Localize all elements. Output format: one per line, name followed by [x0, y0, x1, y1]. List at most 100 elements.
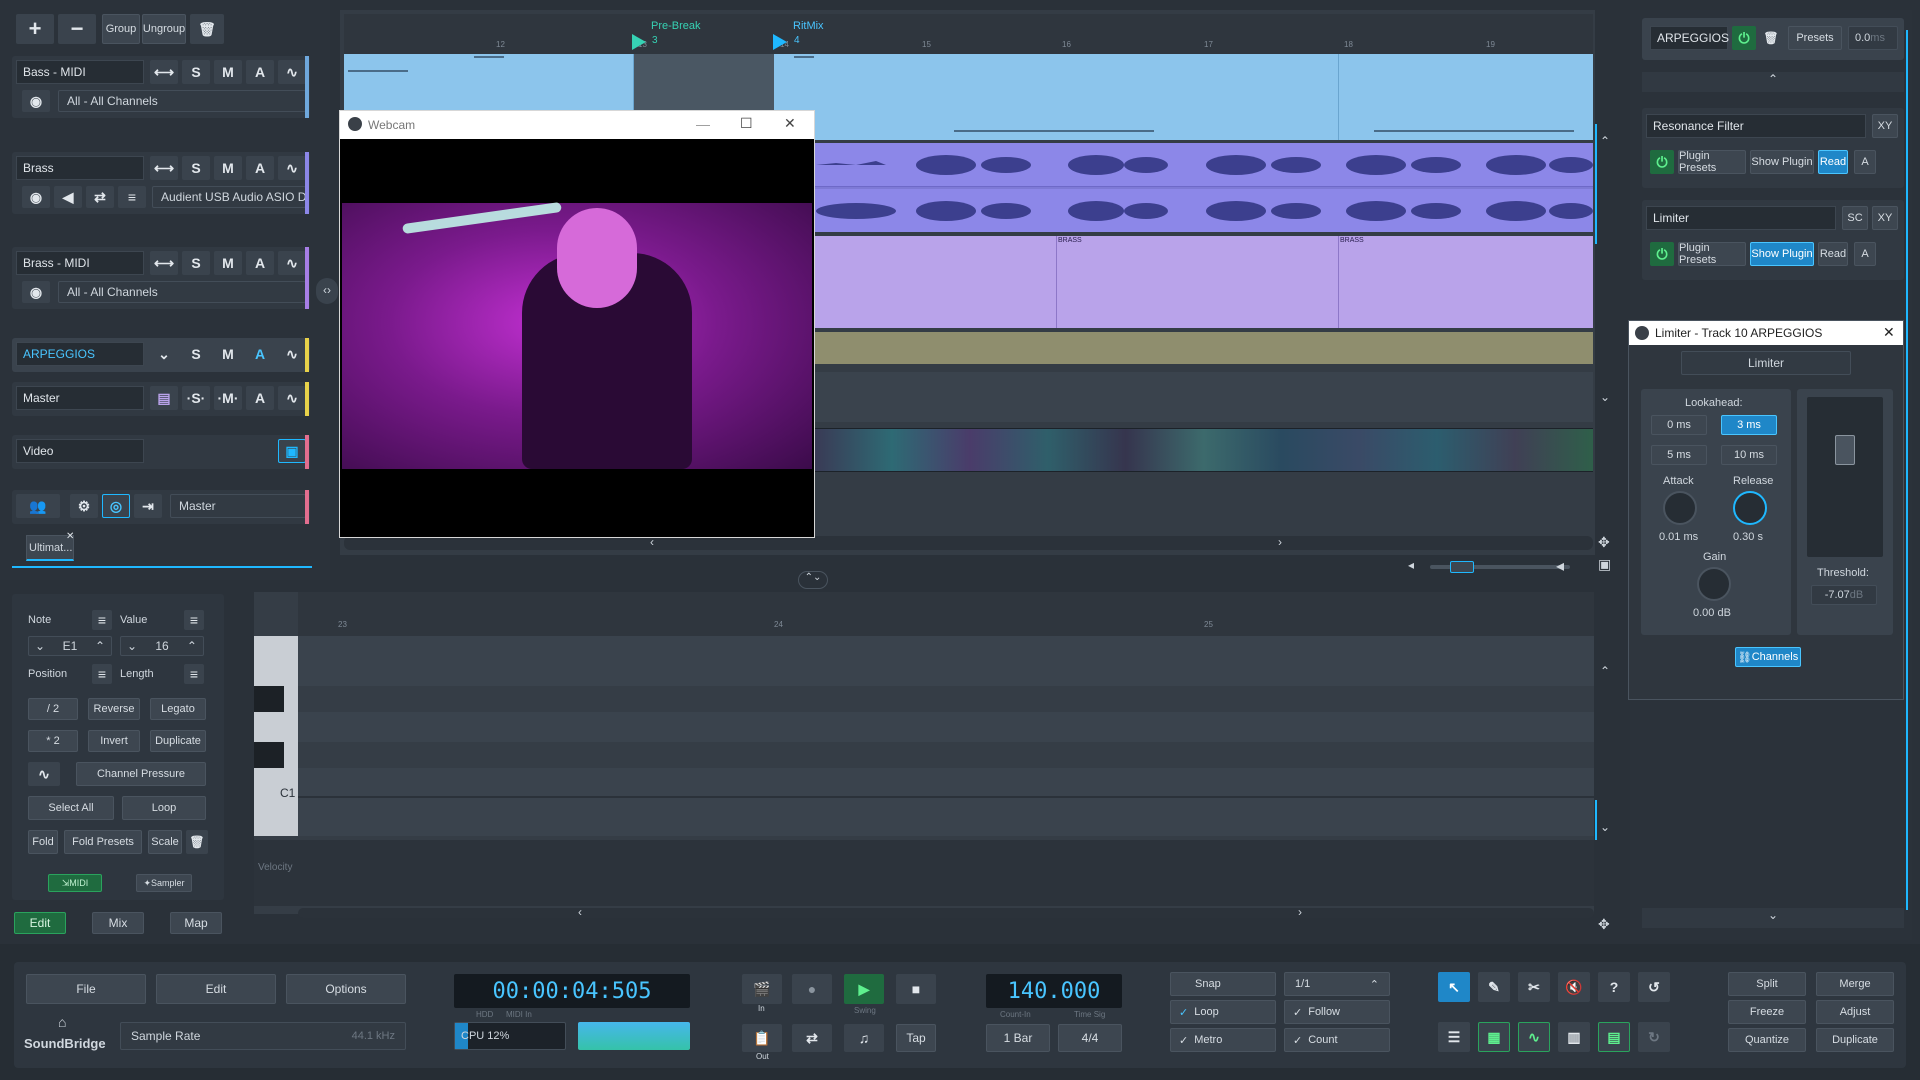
input-channel-field[interactable]: All - All Channels — [58, 281, 306, 303]
record-arm-icon[interactable]: ◉ — [22, 90, 50, 112]
marker-label[interactable]: Pre-Break — [651, 20, 701, 32]
waveform-view-icon[interactable]: ∿ — [1518, 1022, 1550, 1052]
offset-field[interactable]: 0.0 ms — [1848, 26, 1898, 50]
webcam-window[interactable]: Webcam — ☐ ✕ — [339, 110, 815, 538]
curve-icon[interactable]: ∿ — [278, 156, 306, 180]
lookahead-10ms-button[interactable]: 10 ms — [1721, 445, 1777, 465]
record-arm-icon[interactable]: ◉ — [22, 281, 50, 303]
lookahead-0ms-button[interactable]: 0 ms — [1651, 415, 1707, 435]
solo-button[interactable]: S — [182, 251, 210, 275]
output-icon[interactable]: ⇥ — [134, 494, 162, 518]
play-button[interactable]: ▶ — [844, 974, 884, 1004]
fit-icon[interactable]: ▣ — [1598, 556, 1611, 573]
input-device-field[interactable]: Audient USB Audio ASIO Driver — [152, 186, 306, 208]
power-icon[interactable]: ⏻ — [1732, 26, 1756, 50]
gain-knob[interactable] — [1697, 567, 1731, 601]
count-toggle[interactable]: ✓ Count — [1284, 1028, 1390, 1052]
limiter-plugin-window[interactable]: Limiter - Track 10 ARPEGGIOS ✕ Limiter L… — [1628, 320, 1904, 700]
scroll-left-icon[interactable]: ‹ — [578, 905, 582, 919]
track-name[interactable]: Brass - MIDI — [16, 251, 144, 275]
crosshair-icon[interactable]: ✥ — [1598, 534, 1610, 551]
zoom-out-icon[interactable]: ◂ — [1408, 558, 1414, 572]
automation-button[interactable]: A — [246, 251, 274, 275]
minimize-icon[interactable]: — — [696, 116, 710, 132]
show-plugin-button[interactable]: Show Plugin — [1750, 242, 1814, 266]
plugin-name[interactable]: Resonance Filter — [1646, 114, 1866, 138]
ungroup-button[interactable]: Ungroup — [142, 14, 186, 44]
stereo-icon[interactable]: ⇄ — [86, 186, 114, 208]
time-sig-button[interactable]: 4/4 — [1058, 1024, 1122, 1052]
solo-button[interactable]: ·S· — [182, 386, 210, 410]
read-button[interactable]: Read — [1818, 242, 1848, 266]
duplicate-button[interactable]: Duplicate — [150, 730, 206, 752]
track-name[interactable]: Video — [16, 439, 144, 463]
track-name[interactable]: Brass — [16, 156, 144, 180]
users-icon[interactable]: 👥 — [16, 494, 60, 518]
automation-button[interactable]: A — [246, 342, 274, 366]
curve-icon[interactable]: ∿ — [278, 251, 306, 275]
punch-out-icon[interactable]: 📋 — [742, 1024, 782, 1052]
trash-icon[interactable]: 🗑 — [186, 830, 208, 854]
value-value-field[interactable]: ⌄ 16 ⌃ — [120, 636, 204, 656]
merge-button[interactable]: Merge — [1816, 972, 1894, 996]
close-icon[interactable]: ✕ — [1883, 324, 1895, 341]
chevron-up-icon[interactable]: ⌃ — [95, 639, 105, 653]
mute-tool-icon[interactable]: 🔇 — [1558, 972, 1590, 1002]
tab-map[interactable]: Map — [170, 912, 222, 934]
threshold-meter[interactable] — [1807, 397, 1883, 557]
chevron-down-icon[interactable]: ⌄ — [127, 639, 137, 653]
track-master[interactable]: Master ▤ ·S· ·M· A ∿ — [12, 382, 310, 416]
edit-menu-button[interactable]: Edit — [156, 974, 276, 1004]
mute-button[interactable]: M — [214, 156, 242, 180]
marker-flag-icon[interactable] — [773, 34, 787, 50]
split-button[interactable]: Split — [1728, 972, 1806, 996]
mute-button[interactable]: M — [214, 60, 242, 84]
close-icon[interactable]: ✕ — [784, 115, 796, 132]
automation-button[interactable]: A — [246, 386, 274, 410]
midi-button[interactable]: ⇲ MIDI — [48, 874, 102, 892]
note-value-field[interactable]: ⌄ E1 ⌃ — [28, 636, 112, 656]
show-plugin-button[interactable]: Show Plugin — [1750, 150, 1814, 174]
mixer-view-icon[interactable]: ▤ — [1598, 1022, 1630, 1052]
automation-button[interactable]: A — [246, 156, 274, 180]
video-icon[interactable]: ▣ — [278, 439, 306, 463]
sidechain-button[interactable]: SC — [1842, 206, 1868, 230]
plugin-presets-button[interactable]: Plugin Presets — [1678, 150, 1746, 174]
tempo-display[interactable]: 140.000 — [986, 974, 1122, 1008]
marker-flag-icon[interactable] — [632, 34, 646, 50]
tab-mix[interactable]: Mix — [92, 912, 144, 934]
menu-icon[interactable]: ≡ — [118, 186, 146, 208]
pencil-tool-icon[interactable]: ✎ — [1478, 972, 1510, 1002]
curve-icon[interactable]: ∿ — [28, 762, 60, 786]
quantize-button[interactable]: Quantize — [1728, 1028, 1806, 1052]
output-field[interactable]: Master — [170, 494, 306, 518]
maximize-icon[interactable]: ☐ — [740, 115, 753, 132]
xy-button[interactable]: XY — [1872, 206, 1898, 230]
record-button[interactable]: ● — [792, 974, 832, 1004]
zoom-in-icon[interactable]: ◂ — [1556, 556, 1564, 576]
close-icon[interactable]: ✕ — [66, 531, 74, 542]
window-titlebar[interactable]: Limiter - Track 10 ARPEGGIOS ✕ — [1629, 321, 1903, 345]
add-track-button[interactable]: + — [16, 14, 54, 44]
midi-clip[interactable] — [774, 54, 1593, 140]
piano-keyboard[interactable]: C1 — [254, 636, 298, 836]
monitor-icon[interactable]: ◎ — [102, 494, 130, 518]
record-arm-icon[interactable]: ◉ — [22, 186, 50, 208]
scroll-right-icon[interactable]: › — [1298, 905, 1302, 919]
fold-presets-button[interactable]: Fold Presets — [64, 830, 142, 854]
presets-button[interactable]: Presets — [1788, 26, 1842, 50]
grid-view-icon[interactable]: ▦ — [1478, 1022, 1510, 1052]
chevron-down-icon[interactable]: ⌄ — [35, 639, 45, 653]
list-view-icon[interactable]: ☰ — [1438, 1022, 1470, 1052]
horizontal-scrollbar[interactable]: ‹ › — [344, 535, 1593, 550]
trash-icon[interactable]: 🗑 — [190, 14, 224, 44]
remove-track-button[interactable]: − — [58, 14, 96, 44]
snap-value-select[interactable]: 1/1 ⌃ — [1284, 972, 1390, 996]
note-grid[interactable] — [298, 636, 1594, 836]
notes-icon[interactable]: ▤ — [150, 386, 178, 410]
vertical-scroll-up-icon[interactable]: ⌃ — [1600, 134, 1610, 148]
mute-button[interactable]: ·M· — [214, 386, 242, 410]
collapse-down-icon[interactable]: ⌄ — [1642, 908, 1904, 928]
help-icon[interactable]: ? — [1598, 972, 1630, 1002]
legato-button[interactable]: Legato — [150, 698, 206, 720]
